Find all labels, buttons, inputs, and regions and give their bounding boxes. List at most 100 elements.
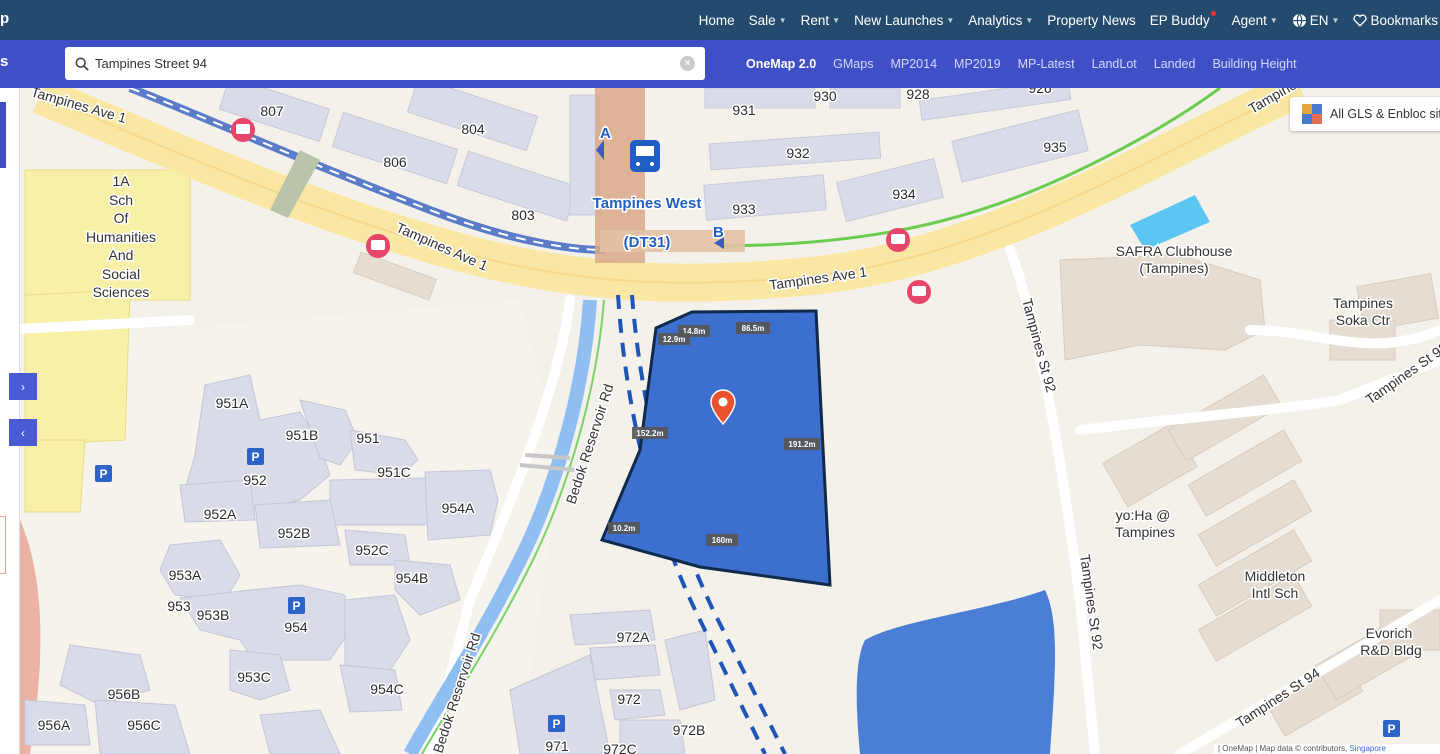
gls-enbloc-button[interactable]: All GLS & Enbloc sites: [1290, 97, 1440, 131]
svg-text:P: P: [552, 717, 560, 731]
block-label: 954C: [370, 681, 403, 697]
tab-mp2019[interactable]: MP2019: [954, 57, 1001, 71]
block-label: 956B: [108, 686, 141, 702]
place-label: (Tampines): [1139, 260, 1208, 276]
svg-text:191.2m: 191.2m: [788, 440, 815, 449]
search-icon: [75, 57, 89, 71]
block-label: 972C: [603, 741, 636, 754]
parking-icon[interactable]: P: [288, 597, 305, 614]
dimension-label: 86.5m: [736, 322, 770, 334]
block-label: 954: [284, 619, 308, 635]
nav-bookmarks[interactable]: Bookmarks: [1353, 13, 1438, 28]
place-label: Humanities: [86, 229, 156, 245]
nav-ep-buddy[interactable]: EP Buddy: [1150, 10, 1218, 28]
side-panel-accent: [0, 102, 6, 168]
nav-property-news-label: Property News: [1047, 12, 1136, 28]
block-label: 954B: [396, 570, 429, 586]
place-label: Tampines: [1115, 524, 1175, 540]
dimension-label: 152.2m: [632, 427, 668, 439]
place-label: Tampines: [1333, 295, 1393, 311]
tab-mp2014[interactable]: MP2014: [890, 57, 937, 71]
svg-text:P: P: [99, 467, 107, 481]
chevron-down-icon: ▼: [1025, 15, 1034, 25]
nav-agent[interactable]: Agent ▼: [1232, 13, 1278, 28]
block-label: 971: [545, 738, 569, 754]
place-label: And: [109, 247, 134, 263]
nav-rent[interactable]: Rent ▼: [801, 13, 840, 28]
block-label: 933: [732, 201, 756, 217]
block-label: 930: [813, 88, 837, 104]
chevron-down-icon: ▼: [1331, 15, 1340, 25]
block-label: 953C: [237, 669, 270, 685]
tab-building-height[interactable]: Building Height: [1212, 57, 1296, 71]
bus-stop-icon[interactable]: [907, 280, 931, 304]
block-label: 803: [511, 207, 535, 223]
svg-text:10.2m: 10.2m: [613, 524, 636, 533]
tab-onemap[interactable]: OneMap 2.0: [746, 57, 816, 71]
block-label: 953: [167, 598, 191, 614]
parking-icon[interactable]: P: [548, 715, 565, 732]
bus-stop-icon[interactable]: [886, 228, 910, 252]
expand-panel-button[interactable]: ›: [9, 373, 37, 400]
clear-search-button[interactable]: ×: [680, 56, 695, 71]
map-svg[interactable]: A B Tampines West (DT31) P P P P P 14.8m…: [0, 88, 1440, 754]
block-label: 951C: [377, 464, 410, 480]
nav-bookmarks-label: Bookmarks: [1370, 12, 1438, 28]
tab-landed[interactable]: Landed: [1154, 57, 1196, 71]
svg-text:P: P: [292, 599, 300, 613]
map-canvas[interactable]: A B Tampines West (DT31) P P P P P 14.8m…: [0, 88, 1440, 754]
block-label: 953B: [197, 607, 230, 623]
toolbar-logo[interactable]: s: [0, 53, 8, 70]
block-label: 931: [732, 102, 756, 118]
place-label: 1A: [112, 173, 130, 189]
top-navbar: p Home Sale ▼ Rent ▼ New Launches ▼ Analyti…: [0, 0, 1440, 40]
map-toolbar: s × OneMap 2.0 GMaps MP2014 MP2019 MP-La…: [0, 40, 1440, 88]
nav-home[interactable]: Home: [699, 13, 735, 28]
mrt-station-name: Tampines West: [593, 195, 702, 212]
block-label: 956C: [127, 717, 160, 733]
place-label: Intl Sch: [1252, 585, 1299, 601]
nav-sale[interactable]: Sale ▼: [749, 13, 787, 28]
svg-text:12.9m: 12.9m: [663, 335, 686, 344]
collapse-panel-button[interactable]: ‹: [9, 419, 37, 446]
parking-icon[interactable]: P: [95, 465, 112, 482]
search-input[interactable]: [95, 56, 680, 71]
mrt-exit-b: B: [713, 224, 724, 241]
nav-analytics[interactable]: Analytics ▼: [968, 13, 1033, 28]
block-label: 956A: [38, 717, 71, 733]
site-logo[interactable]: p: [0, 10, 9, 27]
attribution-link[interactable]: Singapore: [1349, 744, 1385, 753]
place-label: Sch: [109, 192, 133, 208]
bus-stop-icon[interactable]: [231, 118, 255, 142]
place-label: SAFRA Clubhouse: [1116, 243, 1233, 259]
dimension-label: 160m: [706, 534, 738, 546]
svg-text:P: P: [1387, 722, 1395, 736]
chevron-down-icon: ▼: [778, 15, 787, 25]
block-label: 804: [461, 121, 485, 137]
notification-dot: [1210, 10, 1216, 16]
gls-enbloc-label: All GLS & Enbloc sites: [1330, 107, 1440, 121]
place-label: Middleton: [1245, 568, 1306, 584]
tab-landlot[interactable]: LandLot: [1092, 57, 1137, 71]
tab-gmaps[interactable]: GMaps: [833, 57, 873, 71]
nav-home-label: Home: [698, 12, 735, 28]
place-label: Social: [102, 266, 140, 282]
side-panel-flag: [0, 516, 6, 574]
layers-grid-icon: [1302, 104, 1322, 124]
chevron-down-icon: ▼: [946, 15, 955, 25]
block-label: 951A: [216, 395, 249, 411]
tab-mp-latest[interactable]: MP-Latest: [1018, 57, 1075, 71]
language-selector[interactable]: EN ▼: [1292, 12, 1340, 28]
block-label: 972: [617, 691, 641, 707]
parking-icon[interactable]: P: [247, 448, 264, 465]
bus-stop-icon[interactable]: [366, 234, 390, 258]
block-label: 935: [1043, 139, 1067, 155]
language-label: EN: [1309, 12, 1329, 28]
nav-new-launches[interactable]: New Launches ▼: [854, 13, 954, 28]
block-label: 951: [356, 430, 380, 446]
svg-text:P: P: [251, 450, 259, 464]
nav-property-news[interactable]: Property News: [1047, 13, 1136, 28]
close-icon: ×: [684, 58, 691, 69]
parking-icon[interactable]: P: [1383, 720, 1400, 737]
svg-text:152.2m: 152.2m: [636, 429, 663, 438]
